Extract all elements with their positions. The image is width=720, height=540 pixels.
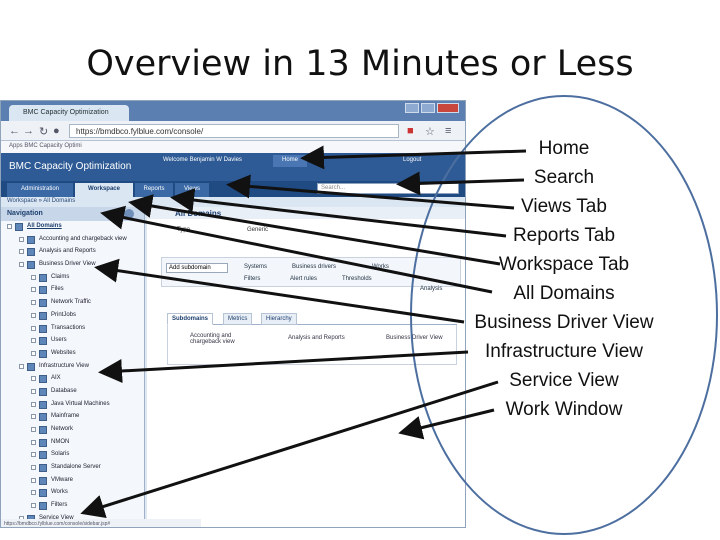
annotation-arrow [226, 174, 515, 210]
annotation-arrows [80, 145, 527, 519]
annotation-arrow [398, 408, 495, 440]
annotation-arrow [128, 194, 501, 266]
annotation-arrow [300, 145, 527, 170]
annotation-arrow [80, 380, 499, 519]
annotation-arrow [396, 171, 525, 196]
annotation-arrow [98, 350, 469, 383]
